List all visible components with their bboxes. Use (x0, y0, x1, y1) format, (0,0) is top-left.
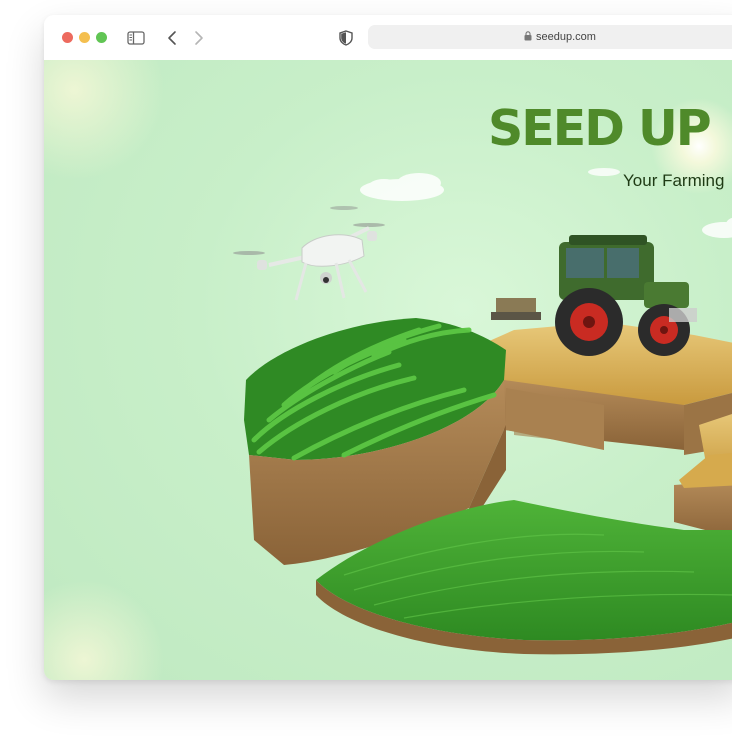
sidebar-toggle-icon[interactable] (125, 27, 147, 49)
lock-icon (524, 30, 532, 44)
hero-title: SEED UP (488, 100, 712, 157)
minimize-window-button[interactable] (79, 32, 90, 43)
browser-toolbar: seedup.com (44, 15, 732, 61)
drone-illustration (233, 206, 385, 301)
light-glow (44, 60, 164, 180)
close-window-button[interactable] (62, 32, 73, 43)
light-glow (44, 580, 164, 680)
browser-window: seedup.com SEED UP Your Farming (44, 15, 732, 680)
cloud (360, 173, 444, 201)
url-text: seedup.com (536, 31, 596, 43)
forward-arrow-icon[interactable] (188, 27, 210, 49)
cloud (588, 168, 620, 176)
hero-subtitle: Your Farming (623, 171, 725, 190)
hero-section: SEED UP Your Farming (44, 60, 732, 680)
cloud (702, 217, 732, 238)
back-arrow-icon[interactable] (161, 27, 183, 49)
address-bar[interactable]: seedup.com (368, 25, 732, 49)
shield-icon[interactable] (335, 27, 357, 49)
maximize-window-button[interactable] (96, 32, 107, 43)
